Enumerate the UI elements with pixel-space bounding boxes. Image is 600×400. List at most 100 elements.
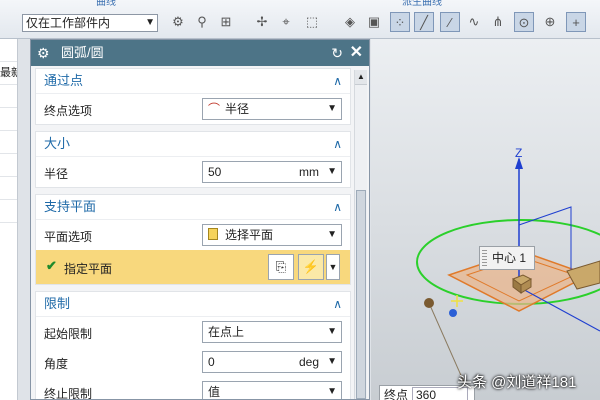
quadrant-icon[interactable]: ⊕ <box>540 12 560 32</box>
grip-icon <box>482 250 487 266</box>
plane-dialog-icon[interactable]: ⎘ <box>268 254 294 280</box>
direction-handle <box>449 309 457 317</box>
list-item[interactable]: 最新 <box>0 62 17 85</box>
face-icon[interactable]: ▣ <box>364 12 384 32</box>
chevron-down-icon: ▼ <box>145 17 155 28</box>
gear-icon[interactable]: ⚙ <box>37 40 50 66</box>
selection-icon[interactable]: ⊞ <box>216 12 236 32</box>
chevron-down-icon[interactable]: ▼ <box>326 254 340 280</box>
ribbon-label-curve: 曲线 <box>96 0 116 8</box>
plane-option-select[interactable]: 选择平面 ▼ <box>202 224 342 246</box>
end-limit-value: 值 <box>208 385 221 399</box>
intersection-icon[interactable]: ⋔ <box>488 12 508 32</box>
dialog-title: 圆弧/圆 <box>61 45 104 60</box>
selection-scope-select[interactable]: 仅在工作部件内 ▼ <box>22 14 158 32</box>
z-axis-label: Z <box>515 146 522 160</box>
section-header-through-point[interactable]: 通过点 ∧ <box>36 69 350 94</box>
ribbon-group-labels: 曲线 派生曲线 <box>0 0 600 8</box>
center-point-label: 中心 1 <box>492 251 527 265</box>
plane-option-row: 平面选项 选择平面 ▼ <box>36 220 350 250</box>
angle-value: 0 <box>208 355 215 369</box>
dialog-title-bar[interactable]: ⚙ 圆弧/圆 ↻ ✕ <box>31 40 369 66</box>
list-item[interactable] <box>0 131 17 154</box>
point-on-curve-icon[interactable]: + <box>566 12 586 32</box>
angle-label: 角度 <box>44 357 69 371</box>
chevron-down-icon: ▼ <box>327 386 337 397</box>
control-point-icon[interactable]: ⁘ <box>390 12 410 32</box>
support-plane-section: 支持平面 ∧ 平面选项 选择平面 ▼ ✔ 指定平面 ⎘ ⚡ ▼ <box>35 194 351 285</box>
selection-scope-value: 仅在工作部件内 <box>26 16 111 30</box>
scene-drawing: Z <box>416 146 600 390</box>
list-item[interactable] <box>0 39 17 62</box>
reset-icon[interactable]: ↻ <box>331 40 343 66</box>
through-point-section: 通过点 ∧ 终点选项 ⌒ 半径 ▼ <box>35 68 351 125</box>
center-icon[interactable]: ⊙ <box>514 12 534 32</box>
part-navigator-strip: 最新 <box>0 39 18 400</box>
start-limit-select[interactable]: 在点上 ▼ <box>202 321 342 343</box>
limits-section: 限制 ∧ 起始限制 在点上 ▼ 角度 0 deg ▼ 终止限制 值 ▼ <box>35 291 351 399</box>
start-limit-label: 起始限制 <box>44 327 93 341</box>
radius-value: 50 <box>208 165 222 179</box>
close-icon[interactable]: ✕ <box>350 40 363 66</box>
section-header-size[interactable]: 大小 ∧ <box>36 132 350 157</box>
radius-input[interactable]: 50 mm ▼ <box>202 161 342 183</box>
section-title: 支持平面 <box>44 199 97 214</box>
chevron-down-icon[interactable]: ▼ <box>327 352 337 372</box>
collapse-caret-icon[interactable]: ∧ <box>333 195 342 219</box>
specify-plane-row[interactable]: ✔ 指定平面 ⎘ ⚡ ▼ <box>36 250 350 284</box>
endpoint-option-select[interactable]: ⌒ 半径 ▼ <box>202 98 342 120</box>
collapse-caret-icon[interactable]: ∧ <box>333 292 342 316</box>
list-item[interactable] <box>0 85 17 108</box>
endpoint-icon[interactable]: ╱ <box>414 12 434 32</box>
chevron-down-icon: ▼ <box>327 229 337 240</box>
filter-icon[interactable]: ⚲ <box>192 12 212 32</box>
solid-block <box>566 260 600 290</box>
tangent-icon[interactable]: ∿ <box>464 12 484 32</box>
scroll-up-icon[interactable]: ▲ <box>355 70 367 85</box>
arc-circle-dialog: ⚙ 圆弧/圆 ↻ ✕ 通过点 ∧ 终点选项 ⌒ 半径 ▼ 大小 ∧ 半径 50 … <box>30 39 370 400</box>
section-header-limits[interactable]: 限制 ∧ <box>36 292 350 317</box>
chevron-down-icon: ▼ <box>327 103 337 114</box>
section-title: 通过点 <box>44 73 84 88</box>
snap-point-icon[interactable]: ⌖ <box>276 12 296 32</box>
midpoint-icon[interactable]: ⁄ <box>440 12 460 32</box>
center-point-tooltip[interactable]: 中心 1 <box>479 246 535 270</box>
collapse-caret-icon[interactable]: ∧ <box>333 69 342 93</box>
radius-unit: mm <box>299 165 319 179</box>
scrollbar-thumb[interactable] <box>356 190 366 399</box>
ribbon-label-derived-curve: 派生曲线 <box>402 0 442 8</box>
section-title: 大小 <box>44 136 71 151</box>
angle-row: 角度 0 deg ▼ <box>36 347 350 377</box>
list-item[interactable] <box>0 108 17 131</box>
inferred-plane-icon[interactable]: ⚡ <box>298 254 324 280</box>
watermark: 头条 @刘道祥181 <box>457 374 577 391</box>
list-item[interactable] <box>0 200 17 223</box>
radius-label: 半径 <box>44 167 69 181</box>
collapse-caret-icon[interactable]: ∧ <box>333 132 342 156</box>
angle-unit: deg <box>298 355 319 369</box>
box-select-icon[interactable]: ⬚ <box>302 12 322 32</box>
checkmark-icon: ✔ <box>46 258 57 273</box>
start-limit-row: 起始限制 在点上 ▼ <box>36 317 350 347</box>
start-limit-value: 在点上 <box>208 325 245 339</box>
dialog-scrollbar[interactable]: ▲ <box>354 70 367 399</box>
angle-input[interactable]: 0 deg ▼ <box>202 351 342 373</box>
graphics-viewport[interactable]: Z 中心 1 终点 360 头条 @刘道祥181 <box>371 39 600 400</box>
point-icon[interactable]: ✢ <box>252 12 272 32</box>
radius-row: 半径 50 mm ▼ <box>36 157 350 187</box>
list-item[interactable] <box>0 154 17 177</box>
radius-icon: ⌒ <box>208 102 221 116</box>
snap-icon[interactable]: ⚙ <box>168 12 188 32</box>
section-title: 限制 <box>44 296 71 311</box>
endpoint-option-row: 终点选项 ⌒ 半径 ▼ <box>36 94 350 124</box>
section-header-support-plane[interactable]: 支持平面 ∧ <box>36 195 350 220</box>
size-section: 大小 ∧ 半径 50 mm ▼ <box>35 131 351 188</box>
end-limit-select[interactable]: 值 ▼ <box>202 381 342 399</box>
solid-icon[interactable]: ◈ <box>340 12 360 32</box>
endpoint-option-value: 半径 <box>225 102 250 116</box>
endpoint-label: 终点 <box>384 388 409 400</box>
chevron-down-icon[interactable]: ▼ <box>327 162 337 182</box>
plane-option-value: 选择平面 <box>225 228 274 242</box>
list-item[interactable] <box>0 177 17 200</box>
chevron-down-icon: ▼ <box>327 326 337 337</box>
